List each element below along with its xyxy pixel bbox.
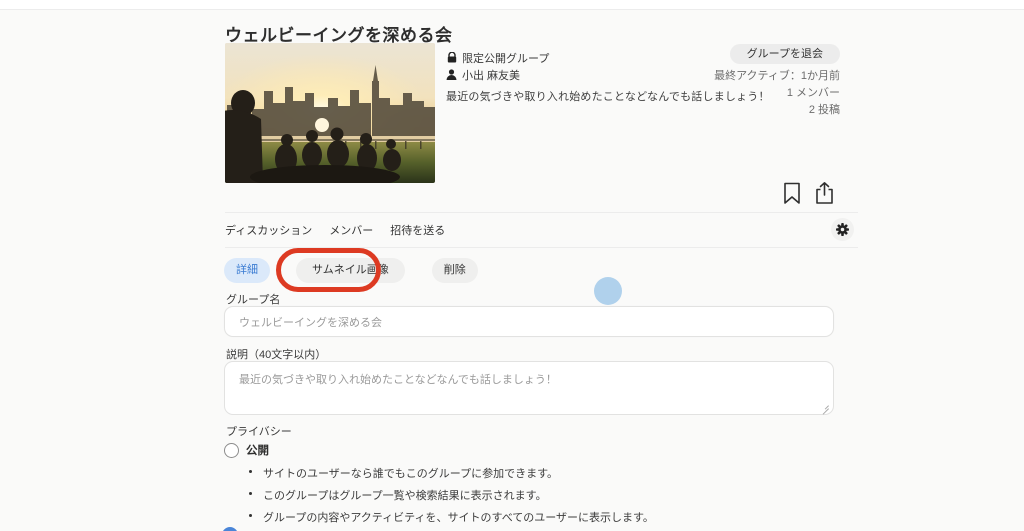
click-indicator — [594, 277, 622, 305]
last-active-text: 最終アクティブ：1か月前 — [714, 70, 840, 82]
leave-group-button[interactable]: グループを退会 — [729, 44, 840, 64]
group-cover-image — [225, 43, 435, 183]
settings-gear-button[interactable] — [831, 218, 854, 241]
public-radio-button[interactable] — [224, 442, 239, 458]
privacy-option-public[interactable]: 公開 — [224, 442, 269, 458]
subtab-thumbnail-image[interactable]: サムネイル画像 — [296, 258, 405, 283]
group-settings-page: ウェルビーイングを深める会 限定公開グループ 小出 麻友美 最近の気づきや取り入… — [0, 0, 1024, 531]
group-tab-bar: ディスカッション メンバー 招待を送る — [225, 212, 858, 248]
gear-icon — [836, 223, 849, 236]
description-label: 説明（40文字以内） — [226, 349, 327, 361]
settings-subtabs: 詳細 サムネイル画像 削除 — [224, 258, 478, 283]
tab-send-invite[interactable]: 招待を送る — [390, 222, 445, 238]
subtab-details[interactable]: 詳細 — [224, 258, 270, 283]
privacy-bullet-3: グループの内容やアクティビティを、サイトのすべてのユーザーに表示します。 — [249, 509, 654, 525]
privacy-bullet-1-text: サイトのユーザーなら誰でもこのグループに参加できます。 — [263, 468, 559, 480]
privacy-bullet-3-text: グループの内容やアクティビティを、サイトのすべてのユーザーに表示します。 — [263, 512, 654, 524]
member-count-text: 1 メンバー — [786, 87, 840, 99]
person-icon — [446, 69, 457, 80]
privacy-bullet-2-text: このグループはグループ一覧や検索結果に表示されます。 — [263, 490, 547, 502]
privacy-label: プライバシー — [226, 426, 292, 438]
lock-icon — [446, 52, 457, 63]
tab-discussion[interactable]: ディスカッション — [225, 222, 312, 238]
bullet-dot — [249, 514, 252, 517]
bullet-dot — [249, 470, 252, 473]
bullet-dot — [249, 492, 252, 495]
top-border — [0, 0, 1024, 10]
share-icon[interactable] — [814, 181, 835, 205]
privacy-type-label: 限定公開グループ — [462, 52, 550, 65]
group-name-label: グループ名 — [226, 294, 281, 306]
tab-members[interactable]: メンバー — [329, 222, 373, 238]
privacy-bullet-2: このグループはグループ一覧や検索結果に表示されます。 — [249, 487, 547, 503]
sunset-park-photo — [225, 43, 435, 183]
public-radio-label: 公開 — [246, 445, 269, 457]
subtab-delete[interactable]: 削除 — [431, 258, 478, 283]
header-action-icons — [783, 181, 835, 205]
post-count-text: 2 投稿 — [808, 104, 840, 116]
group-side-info: グループを退会 最終アクティブ：1か月前 1 メンバー 2 投稿 — [540, 44, 840, 116]
group-owner-name: 小出 麻友美 — [462, 69, 521, 82]
privacy-bullet-1: サイトのユーザーなら誰でもこのグループに参加できます。 — [249, 465, 558, 481]
limited-public-radio-button-partial[interactable] — [222, 527, 238, 531]
description-textarea[interactable]: 最近の気づきや取り入れ始めたことなどなんでも話しましょう！ — [224, 361, 834, 415]
group-name-input[interactable] — [224, 306, 834, 337]
bookmark-icon[interactable] — [783, 182, 801, 205]
